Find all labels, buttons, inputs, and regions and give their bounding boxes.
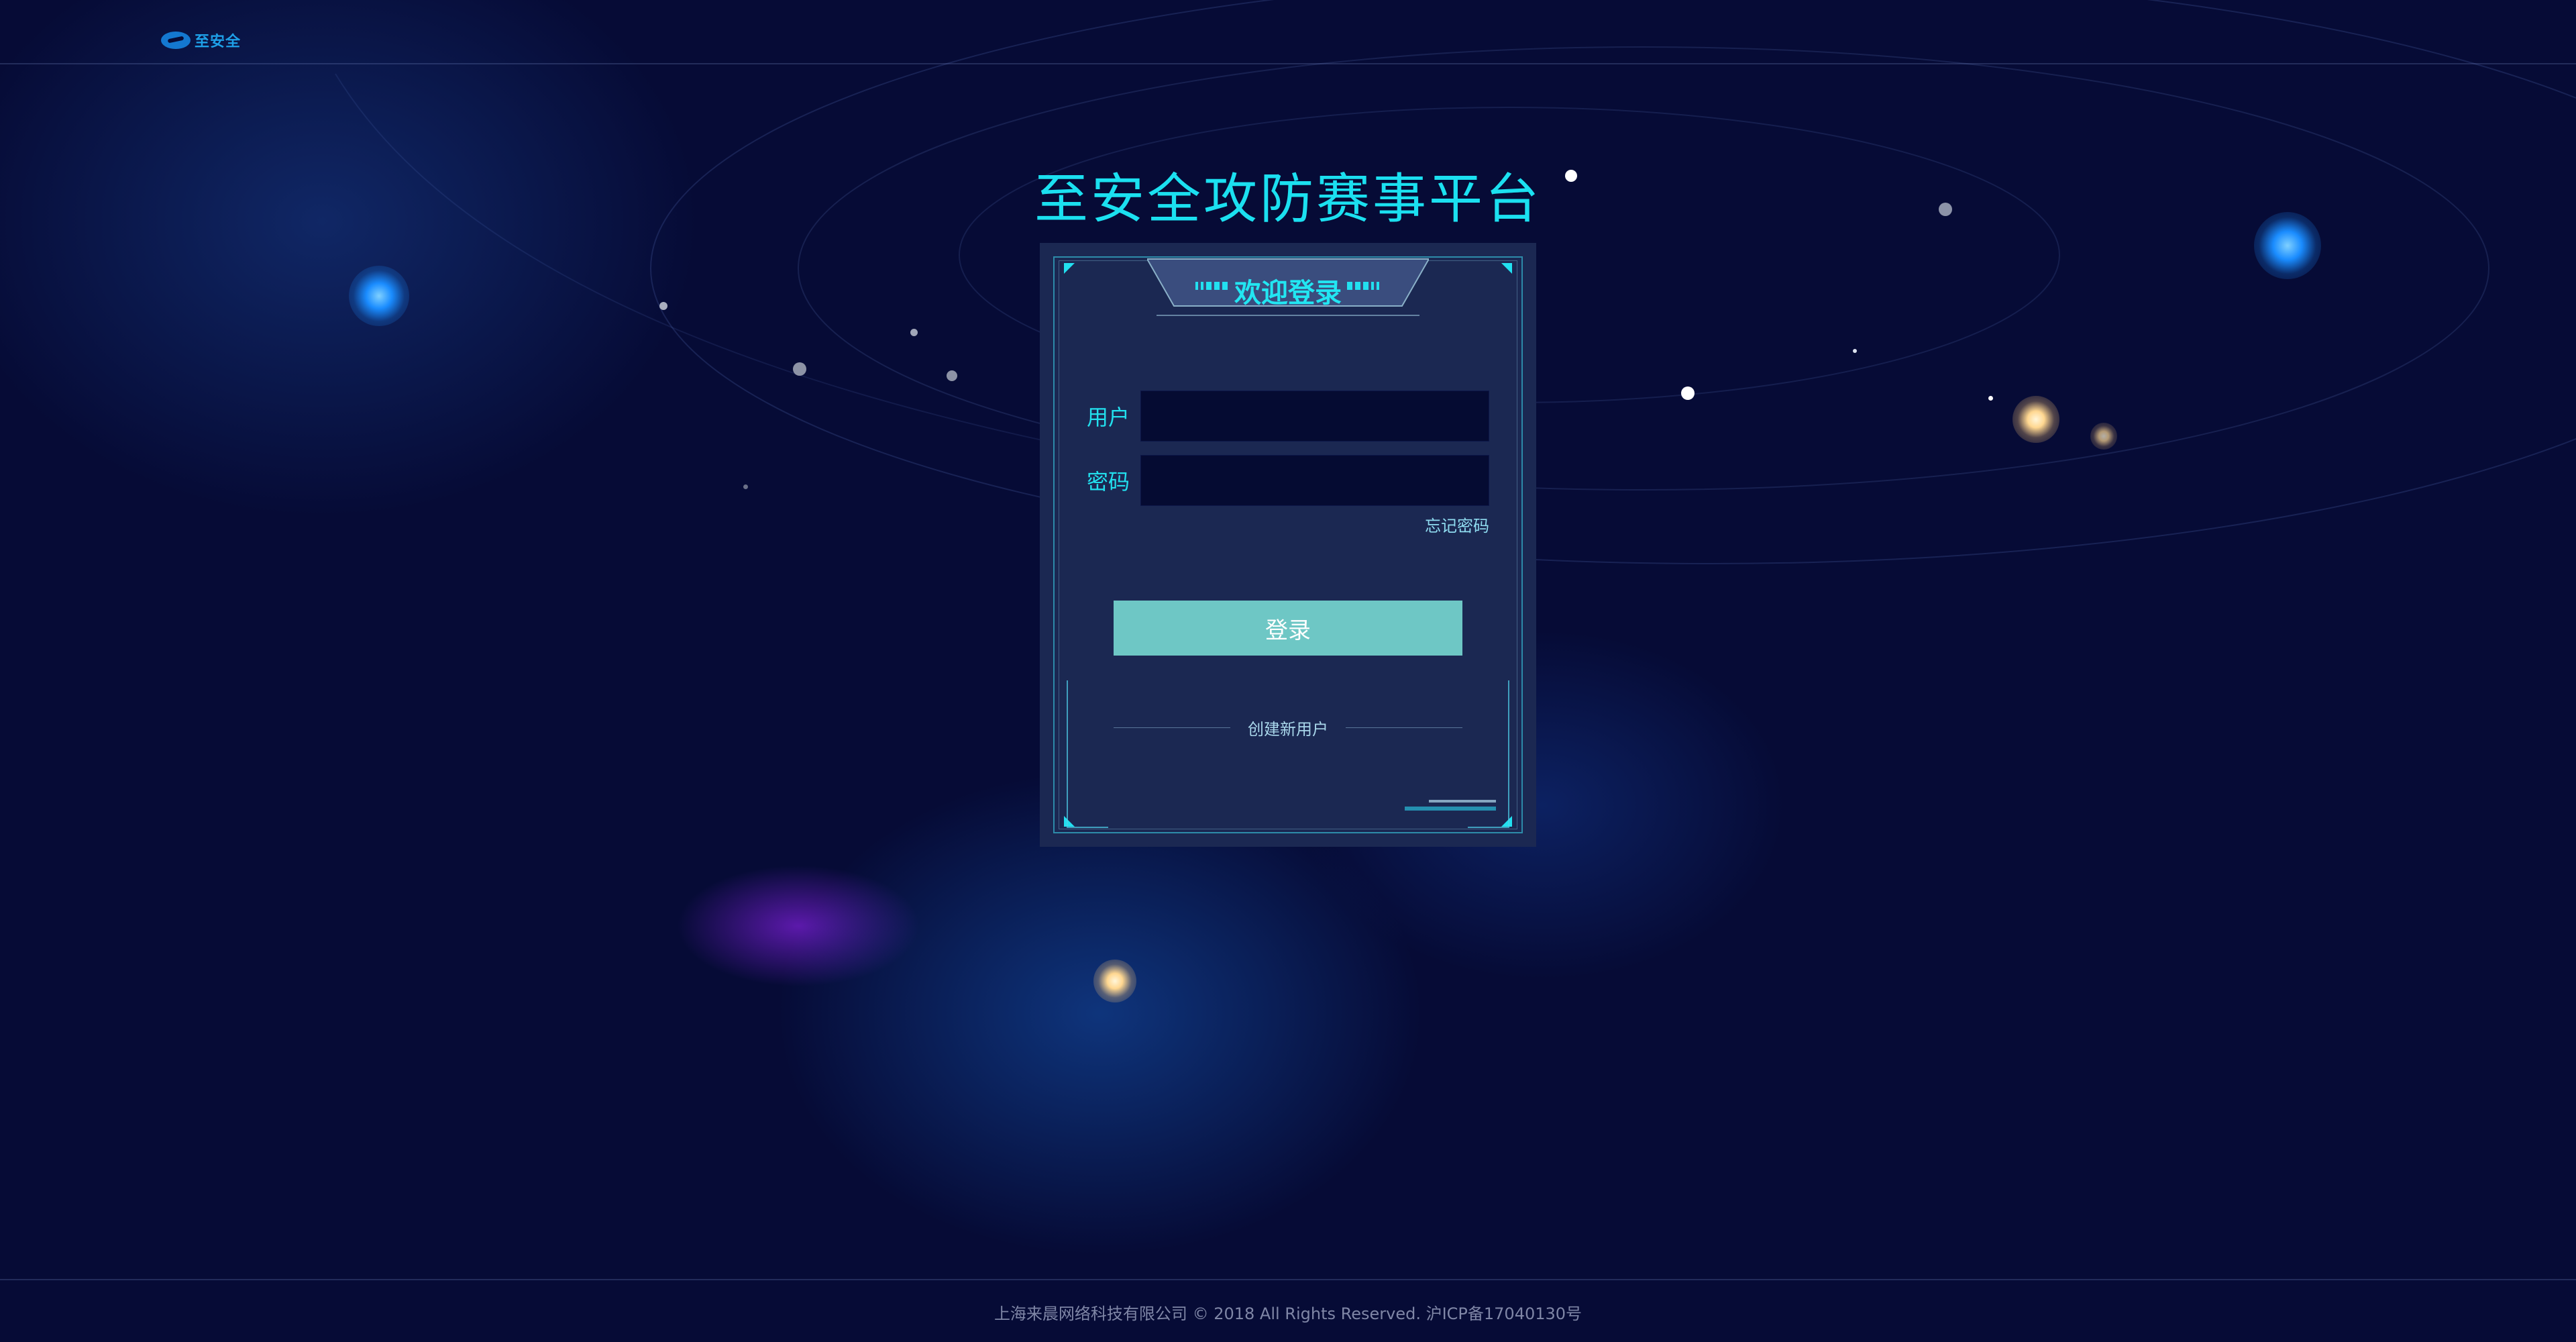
create-user-row: 创建新用户 (1114, 714, 1462, 741)
star-dot (793, 362, 806, 376)
login-card: 欢迎登录 用户 密码 忘记密码 登录 创建新用户 (1040, 243, 1536, 847)
username-input[interactable] (1140, 391, 1489, 442)
star-glow (2090, 423, 2117, 450)
star-dot (947, 370, 957, 381)
divider (1346, 727, 1462, 728)
star-dot (1988, 396, 1993, 401)
star-glow (2012, 396, 2059, 443)
forgot-password-link[interactable]: 忘记密码 (1425, 513, 1489, 536)
password-input[interactable] (1140, 455, 1489, 506)
corner-marker (1501, 263, 1512, 274)
star-dot (1681, 386, 1695, 400)
star-dot (743, 484, 748, 489)
password-row: 密码 (1087, 455, 1489, 506)
welcome-heading: 欢迎登录 (1234, 278, 1342, 309)
logo-text: 至安全 (195, 34, 241, 50)
star-glow (349, 266, 409, 326)
welcome-badge: 欢迎登录 (1146, 258, 1430, 318)
star-dot (659, 302, 667, 310)
brand-logo[interactable]: 至安全 (161, 30, 241, 51)
corner-marker (1064, 263, 1075, 274)
bracket-decoration (1067, 680, 1108, 828)
username-row: 用户 (1087, 391, 1489, 442)
line-decoration (1402, 800, 1496, 813)
create-user-link[interactable]: 创建新用户 (1230, 716, 1346, 739)
login-button[interactable]: 登录 (1114, 601, 1462, 656)
login-page: 至安全 至安全攻防赛事平台 欢迎登录 用户 密码 忘记密码 登录 创建新用户 上… (0, 0, 2576, 1342)
logo-icon (161, 32, 191, 49)
card-inner-frame (1059, 260, 1517, 829)
star-dot (910, 329, 918, 336)
username-label: 用户 (1087, 405, 1130, 430)
star-glow (1093, 960, 1136, 1002)
divider (1114, 727, 1230, 728)
star-dot (1853, 349, 1857, 353)
page-title: 至安全攻防赛事平台 (1034, 168, 1542, 230)
copyright-text: 上海来晨网络科技有限公司 © 2018 All Rights Reserved.… (994, 1304, 1582, 1323)
footer: 上海来晨网络科技有限公司 © 2018 All Rights Reserved.… (0, 1279, 2576, 1342)
password-label: 密码 (1087, 469, 1130, 495)
top-bar: 至安全 (0, 0, 2576, 64)
